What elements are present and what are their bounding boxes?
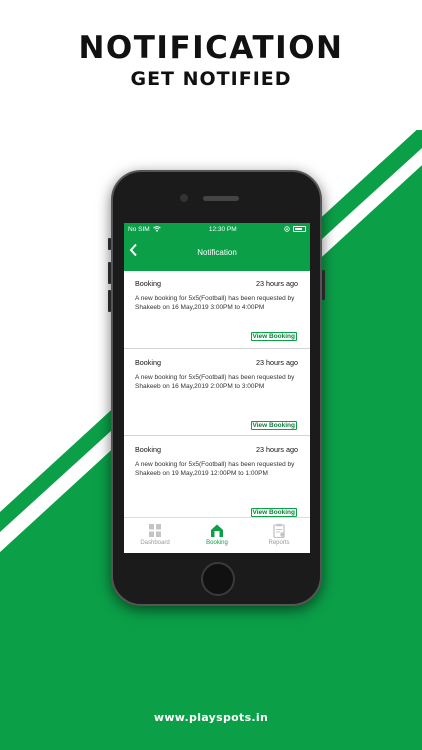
wifi-icon [153, 225, 162, 232]
status-bar: No SIM 12:30 PM [124, 223, 310, 235]
notification-message: A new booking for 5x5(Football) has been… [135, 374, 295, 390]
notification-title: Booking [135, 445, 161, 454]
view-booking-button[interactable]: View Booking [250, 332, 297, 341]
home-button[interactable] [201, 562, 235, 596]
notification-card: Booking 23 hours ago A new booking for 5… [124, 436, 310, 517]
notification-message: A new booking for 5x5(Football) has been… [135, 295, 295, 311]
view-booking-button[interactable]: View Booking [250, 508, 297, 517]
battery-icon [293, 226, 306, 232]
view-booking-button[interactable]: View Booking [250, 421, 297, 430]
app-bar: Notification [124, 235, 310, 271]
camera-icon [180, 194, 188, 202]
notification-list[interactable]: Booking 23 hours ago A new booking for 5… [124, 271, 310, 517]
lock-rotation-icon [284, 226, 290, 232]
speaker-grille [203, 196, 239, 201]
clipboard-icon [273, 523, 285, 538]
tab-label: Reports [268, 540, 290, 546]
page-title: Notification [197, 248, 237, 257]
grid-icon [149, 524, 161, 537]
clock: 12:30 PM [208, 225, 237, 233]
notification-time: 23 hours ago [256, 279, 298, 288]
tab-dashboard[interactable]: Dashboard [124, 518, 186, 553]
tab-label: Booking [206, 540, 228, 546]
footer-url[interactable]: www.playspots.in [0, 711, 422, 724]
subheadline: GET NOTIFIED [130, 68, 292, 90]
notification-card: Booking 23 hours ago A new booking for 5… [124, 349, 310, 436]
phone-power-button [322, 270, 325, 300]
tab-booking[interactable]: Booking [186, 518, 248, 553]
carrier-label: No SIM [128, 225, 162, 233]
home-icon [211, 524, 223, 537]
notification-time: 23 hours ago [256, 445, 298, 454]
status-right [284, 226, 306, 232]
bottom-tab-bar: Dashboard Booking Reports [124, 517, 310, 553]
phone-screen: No SIM 12:30 PM Notification Booking 23 … [124, 223, 310, 553]
notification-card: Booking 23 hours ago A new booking for 5… [124, 271, 310, 349]
tab-label: Dashboard [140, 540, 170, 546]
notification-title: Booking [135, 279, 161, 288]
notification-time: 23 hours ago [256, 358, 298, 367]
headline: NOTIFICATION [78, 30, 344, 66]
notification-title: Booking [135, 358, 161, 367]
tab-reports[interactable]: Reports [248, 518, 310, 553]
notification-message: A new booking for 5x5(Football) has been… [135, 461, 295, 477]
